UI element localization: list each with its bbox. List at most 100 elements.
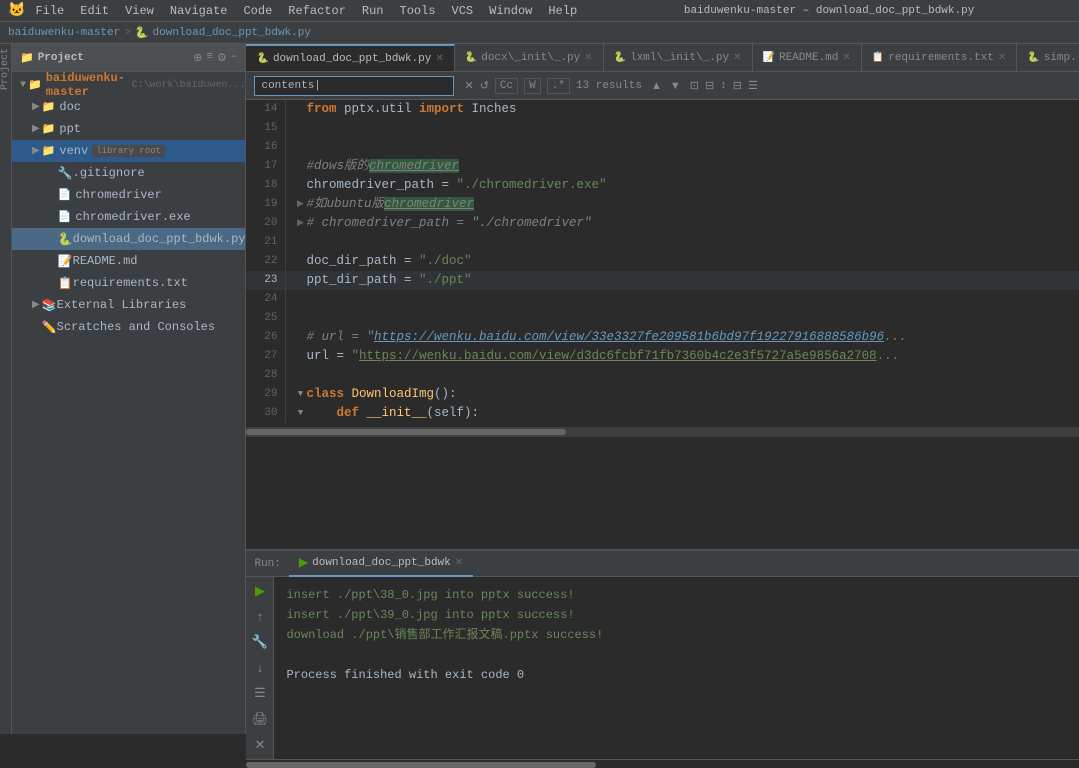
ppt-label: ppt bbox=[59, 122, 81, 136]
tab-py-icon4: 🐍 bbox=[1027, 52, 1039, 64]
tab-lxml-close[interactable]: ✕ bbox=[733, 52, 741, 64]
menu-code[interactable]: Code bbox=[237, 2, 278, 20]
menu-file[interactable]: File bbox=[29, 2, 70, 20]
run-wrench-btn[interactable]: 🔧 bbox=[250, 632, 270, 652]
menu-refactor[interactable]: Refactor bbox=[282, 2, 352, 20]
run-tab-label: download_doc_ppt_bdwk bbox=[312, 557, 451, 569]
run-scrollbar[interactable] bbox=[246, 759, 1079, 760]
ext-lib-icon: 📚 bbox=[42, 298, 57, 313]
readme-icon: 📝 bbox=[58, 254, 73, 269]
code-line-26: 26 # url = "https://wenku.baidu.com/view… bbox=[246, 328, 1079, 347]
code-line-22: 22 doc_dir_path = "./doc" bbox=[246, 252, 1079, 271]
run-scrollbar-thumb[interactable] bbox=[246, 762, 596, 768]
search-extra-icon4[interactable]: ⊟ bbox=[733, 79, 742, 93]
tab-req-close[interactable]: ✕ bbox=[998, 52, 1006, 64]
line-num-16: 16 bbox=[246, 138, 286, 157]
run-output: insert ./ppt\38_0.jpg into pptx success!… bbox=[274, 577, 1079, 759]
menu-navigate[interactable]: Navigate bbox=[164, 2, 234, 20]
line-num-29: 29 bbox=[246, 385, 286, 404]
run-down-btn[interactable]: ↓ bbox=[255, 658, 266, 677]
project-sidebar-label[interactable]: Project bbox=[0, 48, 11, 90]
close-icon[interactable]: – bbox=[231, 51, 238, 65]
arrow-icon: ▶ bbox=[32, 299, 40, 311]
menu-tools[interactable]: Tools bbox=[394, 2, 442, 20]
tree-item-readme[interactable]: ▶ 📝 README.md bbox=[12, 250, 245, 272]
fold-28 bbox=[294, 366, 306, 385]
run-play-btn[interactable]: ▶ bbox=[253, 581, 267, 601]
tab-readme-close[interactable]: ✕ bbox=[842, 52, 850, 64]
tab-main-py[interactable]: 🐍 download_doc_ppt_bdwk.py ✕ bbox=[246, 44, 454, 72]
tree-item-scratches[interactable]: ▶ ✏️ Scratches and Consoles bbox=[12, 316, 245, 338]
run-tab-main[interactable]: ▶ download_doc_ppt_bdwk ✕ bbox=[289, 551, 473, 577]
chromedriver-label: chromedriver bbox=[75, 188, 161, 202]
git-file-icon: 🔧 bbox=[58, 166, 73, 181]
search-extra-icon5[interactable]: ☰ bbox=[748, 79, 758, 93]
tab-main-py-close[interactable]: ✕ bbox=[435, 53, 443, 65]
menu-help[interactable]: Help bbox=[542, 2, 583, 20]
breadcrumb-file: 🐍 download_doc_ppt_bdwk.py bbox=[135, 26, 311, 40]
run-list-btn[interactable]: ☰ bbox=[252, 683, 268, 703]
menu-edit[interactable]: Edit bbox=[74, 2, 115, 20]
search-regex[interactable]: .* bbox=[547, 78, 570, 94]
tab-docx-init[interactable]: 🐍 docx\_init\_.py ✕ bbox=[455, 44, 604, 72]
tab-py-icon3: 🐍 bbox=[614, 52, 626, 64]
run-close-btn[interactable]: ✕ bbox=[253, 735, 268, 755]
fold-23 bbox=[294, 271, 306, 290]
run-content: ▶ ↑ 🔧 ↓ ☰ 🖨 ✕ insert ./ppt\38_0.jpg into… bbox=[246, 577, 1079, 759]
run-tab-close[interactable]: ✕ bbox=[455, 557, 463, 569]
py-file-icon: 🐍 bbox=[58, 232, 73, 247]
menu-run[interactable]: Run bbox=[356, 2, 390, 20]
breadcrumb-project[interactable]: baiduwenku-master bbox=[8, 27, 120, 39]
search-next-btn[interactable]: ▼ bbox=[667, 79, 684, 93]
tab-docx-close[interactable]: ✕ bbox=[584, 52, 592, 64]
tree-item-venv[interactable]: ▶ 📁 venv library root bbox=[12, 140, 245, 162]
search-refresh-icon[interactable]: ↺ bbox=[480, 79, 489, 93]
tree-root[interactable]: ▼ 📁 baiduwenku-master C:\work\baiduwen..… bbox=[12, 74, 245, 96]
search-extra-icon3[interactable]: ↕ bbox=[720, 80, 727, 92]
line-content-27: url = "https://wenku.baidu.com/view/d3dc… bbox=[306, 347, 1079, 366]
tab-simp[interactable]: 🐍 simp... ✕ bbox=[1017, 44, 1079, 72]
collapse-icon[interactable]: ≡ bbox=[206, 51, 213, 65]
tab-requirements[interactable]: 📋 requirements.txt ✕ bbox=[862, 44, 1017, 72]
search-match-case[interactable]: Cc bbox=[495, 78, 518, 94]
tree-item-chromedriver[interactable]: ▶ 📄 chromedriver bbox=[12, 184, 245, 206]
h-scrollbar[interactable] bbox=[246, 427, 1079, 437]
settings-icon[interactable]: ⚙ bbox=[217, 51, 227, 65]
search-extra-icon2[interactable]: ⊟ bbox=[705, 79, 714, 93]
search-word[interactable]: W bbox=[524, 78, 541, 94]
tree-item-gitignore[interactable]: ▶ 🔧 .gitignore bbox=[12, 162, 245, 184]
tree-item-ppt[interactable]: ▶ 📁 ppt bbox=[12, 118, 245, 140]
menu-window[interactable]: Window bbox=[483, 2, 538, 20]
fold-29[interactable]: ▼ bbox=[294, 385, 306, 404]
doc-label: doc bbox=[59, 100, 81, 114]
tree-item-chromedriver-exe[interactable]: ▶ 📄 chromedriver.exe bbox=[12, 206, 245, 228]
menu-vcs[interactable]: VCS bbox=[446, 2, 480, 20]
tree-item-ext-libs[interactable]: ▶ 📚 External Libraries bbox=[12, 294, 245, 316]
run-sidebar: ▶ ↑ 🔧 ↓ ☰ 🖨 ✕ bbox=[246, 577, 274, 759]
code-area[interactable]: 14 from pptx.util import Inches 15 16 17 bbox=[246, 100, 1079, 549]
line-num-25: 25 bbox=[246, 309, 286, 328]
search-prev-btn[interactable]: ▲ bbox=[648, 79, 665, 93]
line-content-23: ppt_dir_path = "./ppt" bbox=[306, 271, 1079, 290]
run-up-btn[interactable]: ↑ bbox=[255, 607, 266, 626]
chromedriver-icon: 📄 bbox=[58, 188, 72, 202]
tree-item-doc[interactable]: ▶ 📁 doc bbox=[12, 96, 245, 118]
run-print-btn[interactable]: 🖨 bbox=[250, 709, 271, 729]
search-extra-icon1[interactable]: ⊡ bbox=[690, 79, 699, 93]
search-value: contents bbox=[261, 80, 314, 92]
tree-item-main-py[interactable]: ▶ 🐍 download_doc_ppt_bdwk.py bbox=[12, 228, 245, 250]
search-input-box: contents | bbox=[254, 76, 454, 96]
tab-main-py-label: download_doc_ppt_bdwk.py bbox=[273, 53, 431, 65]
menu-view[interactable]: View bbox=[119, 2, 160, 20]
fold-14[interactable] bbox=[294, 100, 306, 119]
file-tree-header: 📁 Project ⊕ ≡ ⚙ – bbox=[12, 44, 245, 72]
tab-readme[interactable]: 📝 README.md ✕ bbox=[753, 44, 862, 72]
search-close-btn[interactable]: ✕ bbox=[464, 79, 473, 93]
tree-item-requirements[interactable]: ▶ 📋 requirements.txt bbox=[12, 272, 245, 294]
output-line-2: insert ./ppt\39_0.jpg into pptx success! bbox=[286, 605, 1079, 625]
fold-30[interactable]: ▼ bbox=[294, 404, 306, 423]
locate-icon[interactable]: ⊕ bbox=[193, 51, 202, 65]
line-content-30: def __init__(self): bbox=[306, 404, 1079, 423]
h-scrollbar-thumb[interactable] bbox=[246, 429, 566, 435]
tab-lxml-init[interactable]: 🐍 lxml\_init\_.py ✕ bbox=[604, 44, 753, 72]
